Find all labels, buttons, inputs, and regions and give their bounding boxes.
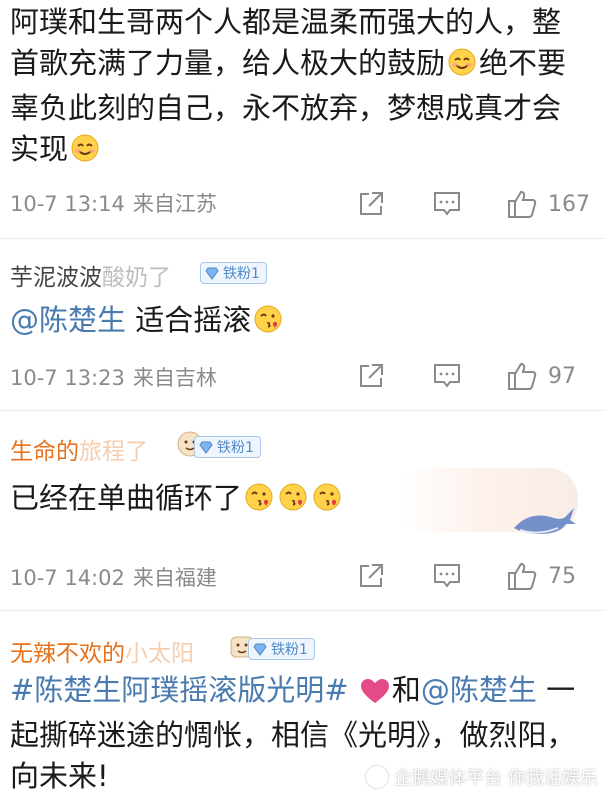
- comment-actions: 97: [336, 356, 606, 396]
- smile-emoji-icon: [70, 133, 100, 174]
- username-text: 芋泥波波: [10, 265, 102, 291]
- watermark-text: 企鹅媒体平台 你我话娱乐: [394, 768, 598, 789]
- hashtag-link[interactable]: #陈楚生阿璞摇滚版光明#: [10, 673, 349, 707]
- location: 来自吉林: [132, 366, 217, 390]
- divider: [0, 410, 606, 411]
- watermark: 企鹅媒体平台 你我话娱乐: [366, 764, 598, 790]
- location: 来自江苏: [132, 192, 217, 216]
- smile-emoji-icon: [447, 47, 477, 88]
- username[interactable]: 芋泥波波酸奶了: [10, 258, 171, 292]
- thumbs-up-icon: [508, 362, 537, 390]
- divider: [0, 238, 606, 239]
- like-count: 75: [548, 563, 576, 589]
- timestamp: 10-7 14:02: [10, 566, 125, 590]
- kiss-emoji-icon: [312, 482, 342, 523]
- comment-text: 阿璞和生哥两个人都是温柔而强大的人，整首歌充满了力量，给人极大的鼓励 绝不要辜负此…: [0, 2, 590, 174]
- thumbs-up-icon: [508, 190, 537, 218]
- share-button[interactable]: [356, 356, 386, 396]
- kiss-emoji-icon: [244, 482, 274, 523]
- comment-text-part: 和: [391, 673, 421, 707]
- timestamp: 10-7 13:14: [10, 192, 125, 216]
- kiss-emoji-icon: [253, 304, 283, 345]
- comment-button[interactable]: [432, 184, 462, 224]
- like-button[interactable]: 97: [506, 356, 576, 396]
- whale-icon: [510, 500, 576, 544]
- fan-badge: 铁粉1: [200, 262, 267, 284]
- comment-meta: 10-7 14:02 来自福建: [10, 562, 225, 592]
- divider: [0, 610, 606, 611]
- badge-label: 铁粉1: [271, 642, 308, 658]
- comment-text-part: 适合摇滚: [135, 303, 252, 337]
- diamond-icon: [253, 643, 267, 656]
- comment-actions: 75: [336, 556, 606, 596]
- comment-text: 已经在单曲循环了: [0, 478, 358, 523]
- kiss-emoji-icon: [278, 482, 308, 523]
- mention-link[interactable]: @陈楚生: [10, 303, 126, 337]
- username[interactable]: 生命的旅程了: [10, 432, 148, 466]
- comment-text-part: 已经在单曲循环了: [10, 481, 243, 515]
- penguin-logo-icon: [366, 766, 389, 788]
- username[interactable]: 无辣不欢的小太阳: [10, 634, 194, 668]
- share-button[interactable]: [356, 556, 386, 596]
- badge-label: 铁粉1: [217, 440, 254, 456]
- comment-text: @陈楚生 适合摇滚: [0, 300, 299, 345]
- comment-button[interactable]: [432, 556, 462, 596]
- badge-label: 铁粉1: [223, 266, 260, 282]
- diamond-icon: [199, 441, 213, 454]
- fan-badge: 铁粉1: [194, 436, 261, 458]
- like-count: 97: [548, 363, 576, 389]
- like-button[interactable]: 167: [506, 184, 590, 224]
- share-icon: [360, 564, 383, 587]
- diamond-icon: [205, 267, 219, 280]
- comment-meta: 10-7 13:23 来自吉林: [10, 362, 225, 392]
- comment-icon: [434, 364, 460, 388]
- share-icon: [360, 192, 383, 215]
- fan-badge: 铁粉1: [248, 638, 315, 660]
- like-count: 167: [548, 191, 590, 217]
- share-icon: [360, 364, 383, 387]
- heart-icon: [360, 674, 390, 715]
- username-text: 生命的: [10, 439, 79, 465]
- comment-button[interactable]: [432, 356, 462, 396]
- comment-actions: 167: [336, 184, 606, 224]
- username-text-faded: 旅程了: [79, 439, 148, 465]
- comment-icon: [434, 564, 460, 588]
- username-text-faded: 酸奶了: [102, 265, 171, 291]
- timestamp: 10-7 13:23: [10, 366, 125, 390]
- comment-icon: [434, 192, 460, 216]
- share-button[interactable]: [356, 184, 386, 224]
- comment-meta: 10-7 13:14 来自江苏: [10, 188, 225, 218]
- username-text-faded: 小太阳: [125, 641, 194, 667]
- mention-link[interactable]: @陈楚生: [421, 673, 537, 707]
- location: 来自福建: [132, 566, 217, 590]
- thumbs-up-icon: [508, 562, 537, 590]
- username-text: 无辣不欢的: [10, 641, 125, 667]
- like-button[interactable]: 75: [506, 556, 576, 596]
